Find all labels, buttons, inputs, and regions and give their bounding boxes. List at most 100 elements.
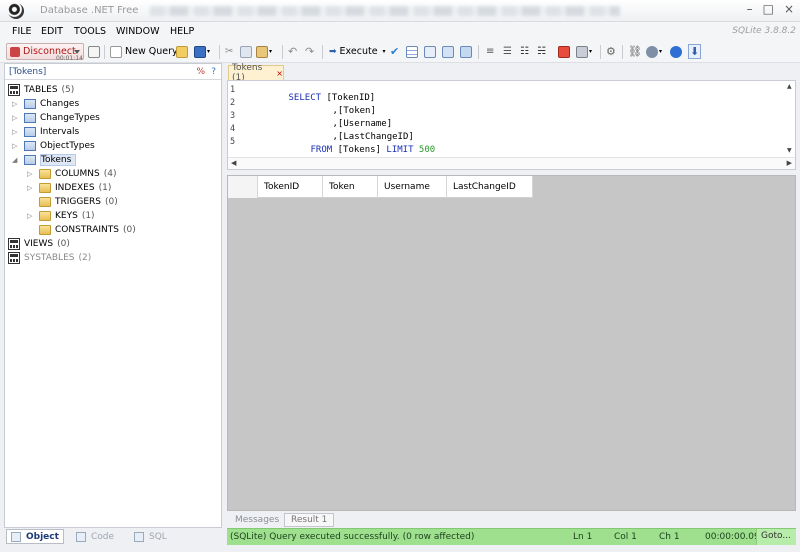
chevron-down-icon[interactable] [74,50,80,54]
copy-button[interactable] [240,43,252,60]
close-icon[interactable]: × [276,69,283,78]
expand-arrow-icon[interactable]: ▷ [27,170,35,178]
tab-code[interactable]: Code [76,529,114,544]
table-icon [24,99,36,109]
tree-node-constraints[interactable]: CONSTRAINTS (0) [39,223,136,237]
help-icon[interactable]: ? [211,67,216,77]
chevron-down-icon[interactable]: ▾ [659,48,662,55]
column-header-tokenid[interactable]: TokenID [258,176,323,198]
menu-file[interactable]: FILE [12,26,32,37]
export-button[interactable] [442,43,454,60]
line-number: 4 [230,124,236,134]
expand-arrow-icon[interactable]: ▷ [27,212,35,220]
line-number: 3 [230,111,236,121]
new-document-icon [110,45,122,58]
menu-tools[interactable]: TOOLS [74,26,106,37]
column-header-token[interactable]: Token [323,176,378,198]
grid-tool-button[interactable] [406,43,418,60]
tab-sql[interactable]: SQL [134,529,167,544]
expand-arrow-icon[interactable]: ▷ [12,128,20,136]
column-header-lastchangeid[interactable]: LastChangeID [447,176,533,198]
tree-node-tables[interactable]: TABLES (5) [8,83,74,97]
scroll-up-icon[interactable]: ▲ [787,83,792,90]
line-number-gutter: 1 2 3 4 5 [228,83,250,157]
expand-arrow-icon[interactable]: ▷ [12,114,20,122]
editor-horizontal-scrollbar[interactable]: ◀ ▶ [228,157,795,169]
save-button[interactable]: ▾ [194,43,210,60]
outdent-button[interactable]: ☷ [520,43,529,60]
tree-node-triggers[interactable]: TRIGGERS (0) [39,195,118,209]
tree-node-indexes[interactable]: ▷ INDEXES (1) [27,181,111,195]
settings-button[interactable]: ⚙ [606,43,616,60]
results-grid[interactable]: TokenID Token Username LastChangeID [227,175,796,511]
chevron-down-icon[interactable]: ▾ [269,48,272,55]
menu-help[interactable]: HELP [170,26,194,37]
properties-button[interactable] [88,43,100,60]
tree-count: (0) [122,225,136,235]
toolbar-separator [600,45,601,59]
tree-node-changes[interactable]: ▷ Changes [12,97,79,111]
new-query-button[interactable]: New Query [110,43,178,60]
column-header-username[interactable]: Username [378,176,447,198]
tab-object[interactable]: Object [6,529,64,544]
tree-label: INDEXES [55,183,95,193]
execute-button[interactable]: ➡ Execute ▾ [329,43,386,60]
script-button[interactable] [460,43,472,60]
download-button[interactable]: ⬇ [688,43,702,60]
text-result-button[interactable] [424,43,436,60]
tree-node-objecttypes[interactable]: ▷ ObjectTypes [12,139,95,153]
tree-node-keys[interactable]: ▷ KEYS (1) [27,209,95,223]
toolbar-separator [282,45,283,59]
chevron-down-icon[interactable]: ▾ [207,48,210,55]
menu-window[interactable]: WINDOW [116,26,160,37]
tree-count: (5) [61,85,75,95]
close-icon[interactable]: × [784,2,794,16]
print-button[interactable]: ▾ [576,43,592,60]
expand-arrow-icon[interactable]: ▷ [12,100,20,108]
paste-button[interactable]: ▾ [256,43,272,60]
maximize-icon[interactable]: □ [763,2,774,16]
expand-arrow-icon[interactable]: ▷ [12,142,20,150]
tree-node-views[interactable]: VIEWS (0) [8,237,70,251]
sql-editor[interactable]: 1 2 3 4 5 SELECT [TokenID] ,[Token] ,[Us… [227,80,796,170]
menu-edit[interactable]: EDIT [41,26,63,37]
cut-button[interactable]: ✂ [225,43,233,60]
tab-messages[interactable]: Messages [229,513,285,527]
tree-node-changetypes[interactable]: ▷ ChangeTypes [12,111,100,125]
indent-button[interactable]: ☰ [503,43,512,60]
row-header-corner[interactable] [228,176,258,198]
comment-button[interactable]: ☵ [537,43,546,60]
connect-db-button[interactable]: ▾ [646,43,662,60]
tree-node-tokens[interactable]: ◢ Tokens [12,153,77,167]
toolbar-separator [622,45,623,59]
scroll-right-icon[interactable]: ▶ [787,159,792,167]
print-icon [576,45,588,58]
goto-button[interactable]: Goto... [756,529,796,545]
align-button[interactable]: ≡ [486,43,494,60]
scroll-down-icon[interactable]: ▼ [787,147,792,154]
tree-node-columns[interactable]: ▷ COLUMNS (4) [27,167,116,181]
link-button[interactable]: ⛓ [628,43,642,60]
status-column: Col 1 [614,532,637,542]
tree-count: (4) [103,169,117,179]
minimize-icon[interactable]: – [747,2,753,16]
editor-vertical-scrollbar[interactable]: ▲ ▼ [785,81,795,157]
tab-result-1[interactable]: Result 1 [284,513,335,527]
title-bar: Database .NET Free – □ × [0,0,800,22]
check-syntax-button[interactable]: ✔ [390,43,399,60]
error-button[interactable] [558,43,570,60]
chevron-down-icon[interactable]: ▾ [383,48,386,55]
tree-node-systables[interactable]: SYSTABLES (2) [8,251,91,265]
collapse-arrow-icon[interactable]: ◢ [12,156,20,164]
open-button[interactable] [176,43,188,60]
redo-button[interactable]: ↷ [305,43,314,60]
tree-node-intervals[interactable]: ▷ Intervals [12,125,79,139]
help-button[interactable] [670,43,682,60]
tab-tokens-query[interactable]: Tokens (1) × [228,63,284,83]
grid-header: TokenID Token Username LastChangeID [228,176,533,198]
undo-button[interactable]: ↶ [288,43,297,60]
expand-arrow-icon[interactable]: ▷ [27,184,35,192]
scroll-left-icon[interactable]: ◀ [231,159,236,167]
chevron-down-icon[interactable]: ▾ [589,48,592,55]
percent-icon[interactable]: % [196,67,205,77]
